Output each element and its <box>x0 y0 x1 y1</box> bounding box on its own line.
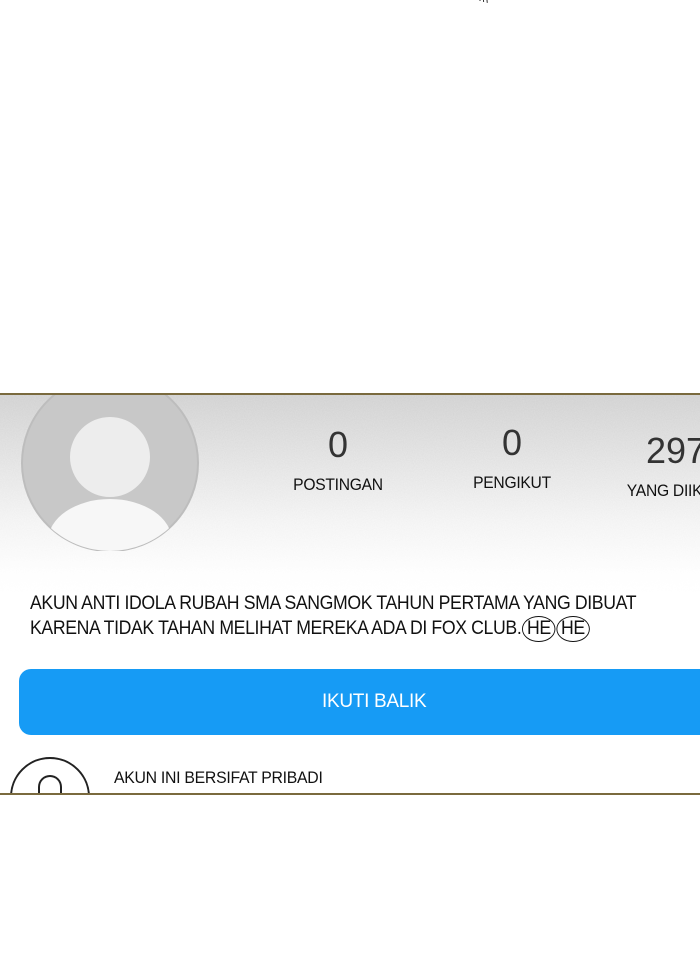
follow-back-button[interactable]: IKUTI BALIK <box>19 669 700 735</box>
comic-panel: 0 POSTINGAN 0 PENGIKUT 297 YANG DIIKUTI … <box>0 0 700 968</box>
following-count: 297 <box>646 430 700 471</box>
profile-bio: AKUN ANTI IDOLA RUBAH SMA SANGMOK TAHUN … <box>30 591 690 642</box>
bio-line-2: KARENA TIDAK TAHAN MELIHAT MEREKA ADA DI… <box>30 616 644 642</box>
followers-label: PENGIKUT <box>473 473 551 492</box>
laugh-circled-2: HE <box>556 616 590 642</box>
speed-burst-lines <box>479 0 488 3</box>
lock-shackle <box>38 775 62 793</box>
stat-posts[interactable]: 0 POSTINGAN <box>288 425 388 495</box>
following-label: YANG DIIKUTI <box>626 481 700 500</box>
followers-count: 0 <box>501 422 523 463</box>
default-avatar-icon[interactable] <box>20 393 200 551</box>
bio-line-2-text: KARENA TIDAK TAHAN MELIHAT MEREKA ADA DI… <box>30 618 522 639</box>
stat-following[interactable]: 297 YANG DIIKUTI <box>622 431 700 501</box>
posts-count: 0 <box>327 424 349 465</box>
posts-label: POSTINGAN <box>293 475 383 494</box>
laugh-circled-1: HE <box>522 616 556 642</box>
private-account-notice: AKUN INI BERSIFAT PRIBADI <box>114 768 323 787</box>
stat-followers[interactable]: 0 PENGIKUT <box>462 423 562 493</box>
bio-line-1: AKUN ANTI IDOLA RUBAH SMA SANGMOK TAHUN … <box>30 593 637 614</box>
lock-icon <box>10 757 90 793</box>
profile-panel: 0 POSTINGAN 0 PENGIKUT 297 YANG DIIKUTI … <box>0 393 700 795</box>
